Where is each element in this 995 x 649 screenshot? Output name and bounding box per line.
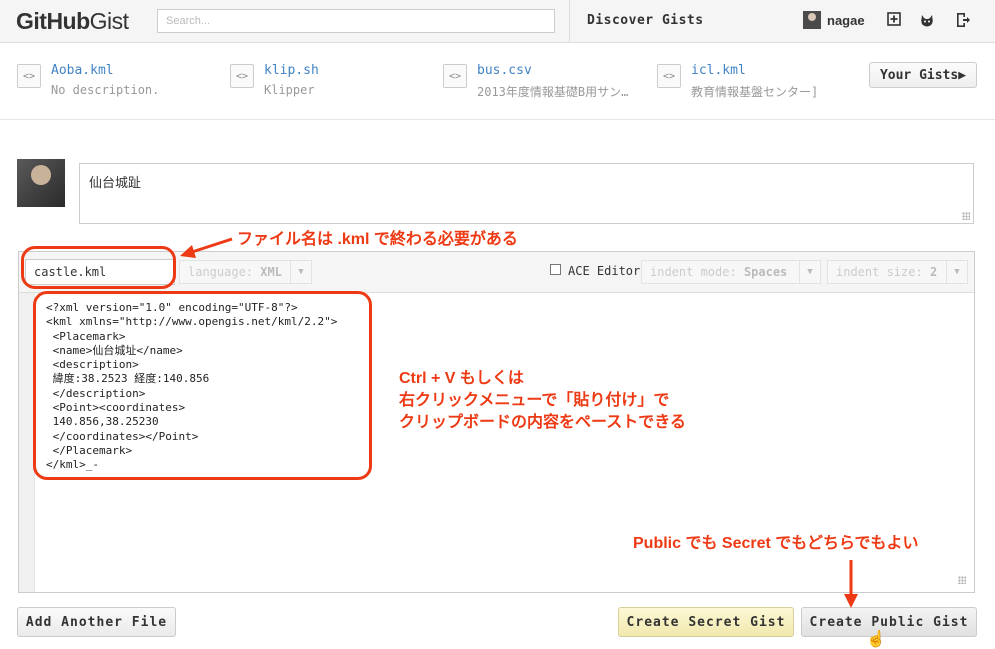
filename-note: ファイル名は .kml で終わる必要がある [237,231,518,248]
public-secret-note: Public でも Secret でもどちらでもよい [633,535,919,552]
paste-note-line3: クリップボードの内容をペーストできる [399,414,686,431]
paste-note-line1: Ctrl + V もしくは [399,370,524,387]
public-button-arrow-icon [844,560,858,608]
filename-arrow-icon [180,237,233,258]
paste-note-line2: 右クリックメニューで「貼り付け」で [399,392,670,409]
hand-cursor-icon: ☝ [866,631,886,648]
